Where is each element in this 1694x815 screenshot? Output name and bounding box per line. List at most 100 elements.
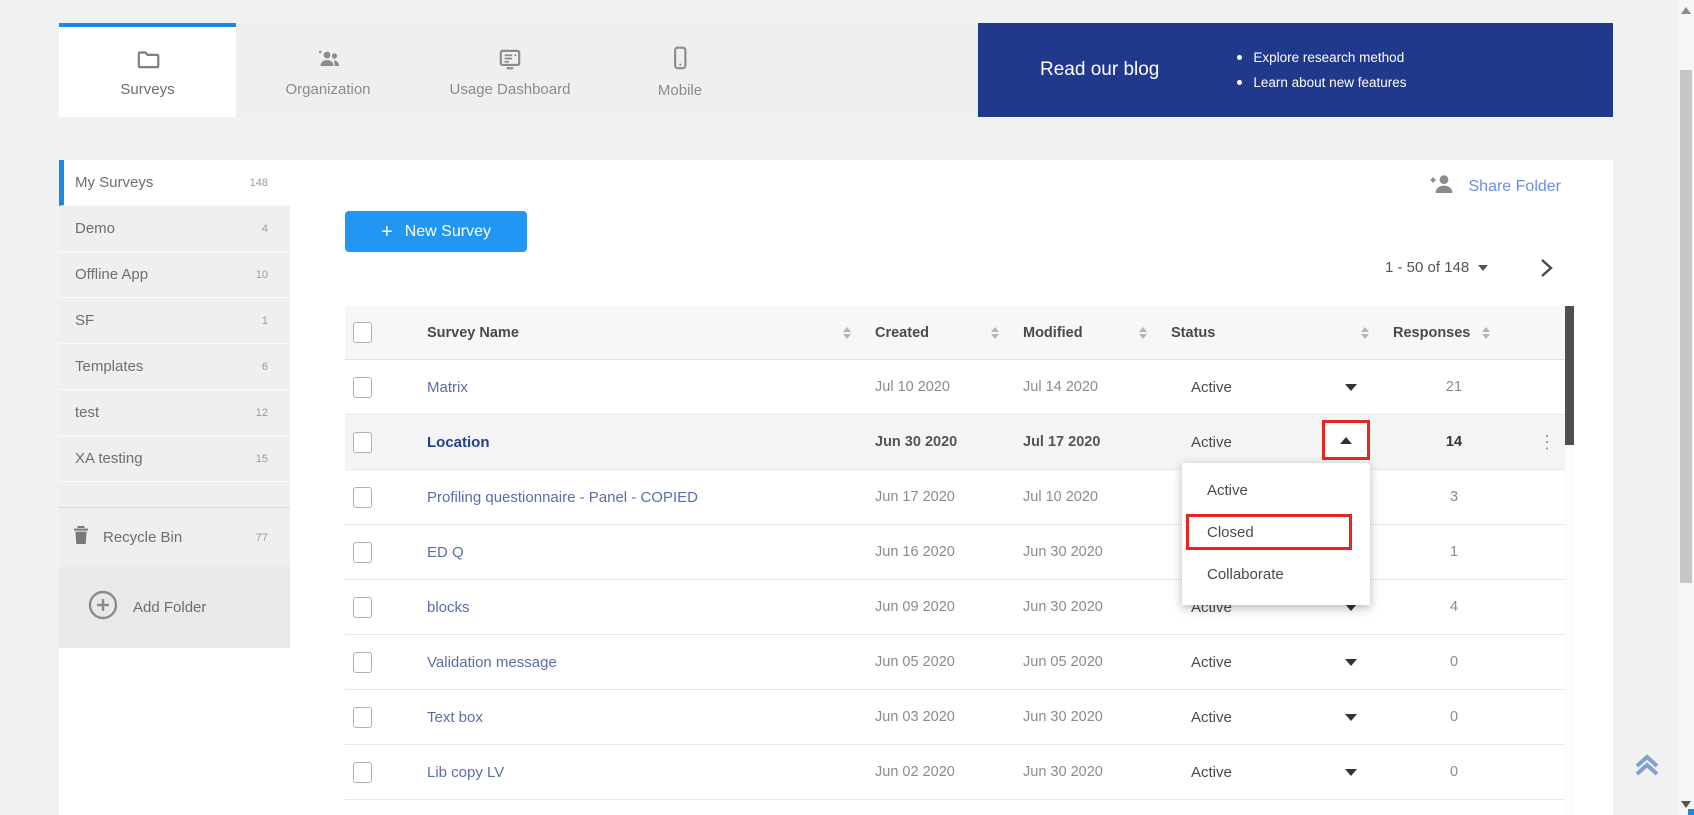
table-row: Matrix Jul 10 2020 Jul 14 2020 Active 21… (345, 360, 1565, 415)
sidebar-item-recycle-bin[interactable]: Recycle Bin 77 (59, 507, 290, 567)
tab-mobile[interactable]: Mobile (600, 23, 760, 117)
row-checkbox[interactable] (353, 487, 372, 508)
sort-icon[interactable] (1361, 327, 1369, 339)
row-checkbox[interactable] (353, 542, 372, 563)
tab-label: Mobile (658, 82, 702, 99)
row-checkbox-cell (345, 580, 409, 634)
responses-count: 4 (1379, 580, 1529, 634)
created-date: Jun 16 2020 (861, 525, 1009, 579)
sidebar-folder-item[interactable]: SF 1 (59, 298, 290, 344)
sidebar-folder-item[interactable]: Offline App 10 (59, 252, 290, 298)
sort-icon[interactable] (1482, 327, 1490, 339)
new-survey-button[interactable]: + New Survey (345, 211, 527, 252)
folder-label: XA testing (75, 450, 256, 467)
app-window: Surveys Organization Usage Dashboard Mob… (0, 0, 1694, 815)
kebab-menu-icon[interactable]: ⋮ (1529, 415, 1565, 469)
survey-name-link[interactable]: ED Q (409, 525, 861, 579)
folder-list: My Surveys 148 Demo 4 Offline App 10 SF … (59, 160, 290, 482)
row-checkbox-cell (345, 470, 409, 524)
modified-date: Jun 30 2020 (1009, 745, 1157, 799)
circle-plus-icon (87, 589, 119, 626)
pagination-dropdown[interactable]: 1 - 50 of 148 (1385, 259, 1488, 276)
sidebar-folder-item[interactable]: Demo 4 (59, 206, 290, 252)
status-caret-open-icon[interactable] (1340, 437, 1352, 444)
plus-icon: + (381, 222, 393, 242)
created-date: Jun 05 2020 (861, 635, 1009, 689)
pagination-label: 1 - 50 of 148 (1385, 259, 1469, 276)
tab-surveys[interactable]: Surveys (59, 23, 236, 117)
add-folder-button[interactable]: Add Folder (59, 567, 290, 648)
status-caret-icon[interactable] (1345, 714, 1357, 721)
survey-name-link[interactable]: Text box (409, 690, 861, 744)
sidebar-filler (59, 482, 290, 507)
folder-label: My Surveys (75, 174, 250, 191)
header-actions-cell (1529, 306, 1565, 359)
status-option-active[interactable]: Active (1182, 469, 1370, 511)
survey-name-link[interactable]: blocks (409, 580, 861, 634)
tab-organization[interactable]: Organization (236, 23, 420, 117)
banner-bullet-text: Explore research method (1253, 45, 1404, 70)
tab-usage-dashboard[interactable]: Usage Dashboard (420, 23, 600, 117)
row-checkbox[interactable] (353, 762, 372, 783)
row-checkbox[interactable] (353, 707, 372, 728)
survey-name-link[interactable]: Lib copy LV (409, 745, 861, 799)
people-add-icon (313, 46, 343, 72)
row-checkbox[interactable] (353, 652, 372, 673)
row-checkbox[interactable] (353, 377, 372, 398)
folder-label: Offline App (75, 266, 256, 283)
banner-bullet: Explore research method (1237, 45, 1406, 70)
sidebar-folder-item[interactable]: Templates 6 (59, 344, 290, 390)
next-page-button[interactable] (1534, 256, 1558, 280)
sort-icon[interactable] (843, 327, 851, 339)
share-folder-button[interactable]: Share Folder (1427, 172, 1562, 201)
column-label: Status (1171, 325, 1215, 341)
row-checkbox[interactable] (353, 432, 372, 453)
scrollbar-down-arrow[interactable] (1681, 801, 1691, 808)
responses-count: 0 (1379, 635, 1529, 689)
column-header-responses[interactable]: Responses (1379, 306, 1529, 359)
sort-icon[interactable] (991, 327, 999, 339)
recycle-bin-count: 77 (256, 532, 268, 544)
content-panel: My Surveys 148 Demo 4 Offline App 10 SF … (59, 160, 1613, 815)
sidebar-folder-item[interactable]: My Surveys 148 (59, 160, 290, 206)
blog-banner[interactable]: Read our blog Explore research method Le… (978, 23, 1613, 117)
status-caret-icon[interactable] (1345, 769, 1357, 776)
modified-date: Jul 10 2020 (1009, 470, 1157, 524)
status-caret-icon[interactable] (1345, 659, 1357, 666)
trash-icon (72, 525, 90, 550)
sidebar-folder-item[interactable]: test 12 (59, 390, 290, 436)
column-header-modified[interactable]: Modified (1009, 306, 1157, 359)
row-checkbox[interactable] (353, 597, 372, 618)
table-row: Location Jun 30 2020 Jul 17 2020 Active … (345, 415, 1565, 470)
survey-name-link[interactable]: Matrix (409, 360, 861, 414)
table-scrollbar-thumb[interactable] (1565, 306, 1574, 445)
status-option-collaborate[interactable]: Collaborate (1182, 553, 1370, 595)
status-caret-icon[interactable] (1345, 384, 1357, 391)
add-folder-label: Add Folder (133, 599, 206, 616)
column-label: Responses (1393, 325, 1470, 341)
status-value: Active (1191, 379, 1232, 396)
status-cell: Active (1157, 360, 1379, 414)
folder-label: Templates (75, 358, 262, 375)
created-date: Jun 09 2020 (861, 580, 1009, 634)
folder-icon (134, 46, 162, 72)
survey-name-link[interactable]: Location (409, 415, 861, 469)
survey-name-link[interactable]: Validation message (409, 635, 861, 689)
tab-label: Surveys (120, 81, 174, 98)
scroll-to-top-button[interactable] (1628, 744, 1666, 782)
column-header-created[interactable]: Created (861, 306, 1009, 359)
scrollbar-up-arrow[interactable] (1681, 7, 1691, 14)
status-value: Active (1191, 434, 1232, 451)
sidebar-folder-item[interactable]: XA testing 15 (59, 436, 290, 482)
responses-count: 0 (1379, 745, 1529, 799)
survey-name-link[interactable]: Profiling questionnaire - Panel - COPIED (409, 470, 861, 524)
column-header-survey-name[interactable]: Survey Name (409, 306, 861, 359)
page-scrollbar-thumb[interactable] (1680, 70, 1692, 583)
modified-date: Jun 05 2020 (1009, 635, 1157, 689)
responses-count: 0 (1379, 690, 1529, 744)
modified-date: Jun 30 2020 (1009, 690, 1157, 744)
folder-count: 4 (262, 223, 268, 235)
select-all-checkbox[interactable] (353, 322, 372, 343)
sort-icon[interactable] (1139, 327, 1147, 339)
column-header-status[interactable]: Status (1157, 306, 1379, 359)
